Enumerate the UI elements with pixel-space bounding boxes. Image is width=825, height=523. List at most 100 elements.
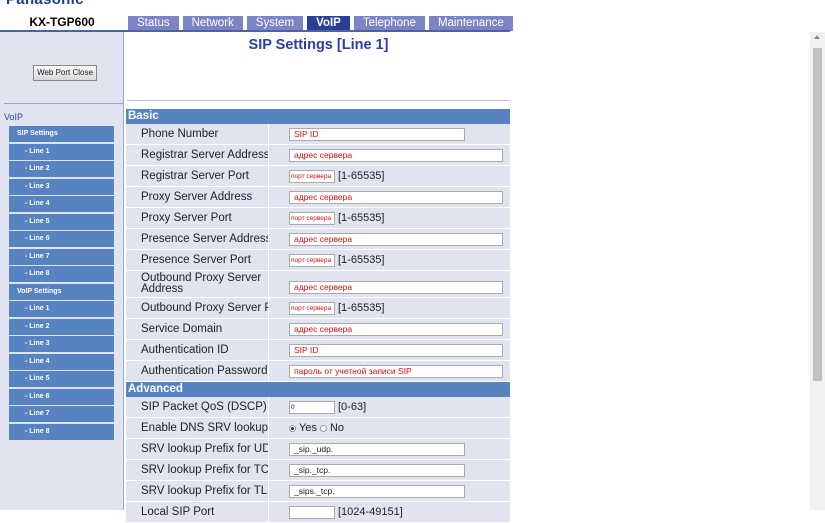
field-value: порт сервера [1-65535]	[268, 208, 510, 228]
text-input[interactable]: порт сервера	[289, 253, 335, 267]
field-label: Outbound Proxy Server Port	[126, 298, 268, 318]
sidebar-item-line[interactable]: - Line 1	[9, 143, 114, 160]
form-row: SRV lookup Prefix for UDP _sip._udp.	[126, 439, 510, 460]
text-input[interactable]: SIP ID	[289, 343, 503, 357]
tab-network[interactable]: Network	[182, 16, 243, 31]
field-label: Proxy Server Port	[126, 208, 268, 228]
field-label: Phone Number	[126, 124, 268, 144]
sidebar-item-line[interactable]: - Line 8	[9, 423, 114, 440]
field-value: SIP ID	[268, 340, 510, 360]
scroll-up-icon[interactable]	[814, 35, 820, 39]
range-hint: [1-65535]	[338, 212, 385, 224]
text-input[interactable]: адрес сервера	[289, 190, 503, 204]
form-row: Proxy Server Port порт сервера [1-65535]	[126, 208, 510, 229]
text-input[interactable]: порт сервера	[289, 301, 335, 315]
form-row: Phone Number SIP ID	[126, 124, 510, 145]
form-row: Enable DNS SRV lookup Yes No	[126, 418, 510, 439]
basic-rows: Phone Number SIP ID Registrar Server Addre…	[126, 124, 510, 382]
sidebar-item-line[interactable]: - Line 4	[9, 353, 114, 370]
field-value: _sip._udp.	[268, 439, 510, 459]
field-value: адрес сервера	[268, 145, 510, 165]
field-value: [1024-49151]	[268, 502, 510, 522]
page-title: SIP Settings [Line 1]	[248, 37, 389, 53]
field-value: адрес сервера	[268, 319, 510, 339]
text-input[interactable]: адрес сервера	[289, 232, 503, 246]
top-nav: Status Network System VoIP Telephone Maintena…	[128, 16, 513, 31]
tab-telephone[interactable]: Telephone	[353, 16, 425, 31]
field-value: 0 [0-63]	[268, 397, 510, 417]
form-row: SRV lookup Prefix for TLS _sips._tcp.	[126, 481, 510, 502]
text-input[interactable]: _sips._tcp.	[289, 484, 465, 498]
field-label: Outbound Proxy Server Address	[126, 271, 268, 297]
sidebar-item-line[interactable]: - Line 3	[9, 336, 114, 352]
form-row: Local SIP Port [1024-49151]	[126, 502, 510, 523]
advanced-rows: SIP Packet QoS (DSCP) 0 [0-63] Enable DNS S…	[126, 397, 510, 523]
field-label: Registrar Server Port	[126, 166, 268, 186]
model-name: KX-TGP600	[29, 15, 95, 29]
form-row: Registrar Server Port порт сервера [1-6553…	[126, 166, 510, 187]
text-input[interactable]: порт сервера	[289, 169, 335, 183]
sidebar-item-line[interactable]: - Line 8	[9, 266, 114, 282]
sidebar-item-line[interactable]: - Line 2	[9, 318, 114, 335]
sidebar-group-header[interactable]: VoIP Settings	[9, 283, 114, 300]
field-value: порт сервера [1-65535]	[268, 298, 510, 318]
sidebar-item-line[interactable]: - Line 1	[9, 301, 114, 317]
sidebar-item-line[interactable]: - Line 2	[9, 161, 114, 177]
sidebar-section-voip[interactable]: VoIP	[4, 112, 23, 122]
range-hint: [1-65535]	[338, 302, 385, 314]
radio-no[interactable]	[319, 424, 327, 432]
sidebar-group-header[interactable]: SIP Settings	[9, 126, 114, 142]
form-row: Proxy Server Address адрес сервера	[126, 187, 510, 208]
field-label: Authentication ID	[126, 340, 268, 360]
tab-system[interactable]: System	[246, 16, 304, 31]
text-input[interactable]: адрес сервера	[289, 148, 503, 162]
sidebar-divider	[4, 103, 123, 104]
settings-form: Basic Phone Number SIP ID Registrar Server…	[126, 109, 510, 523]
section-basic: Basic	[126, 109, 510, 124]
web-port-close-button[interactable]: Web Port Close	[33, 65, 97, 81]
sidebar-item-line[interactable]: - Line 3	[9, 178, 114, 195]
text-input[interactable]: пароль от учетной записи SIP	[289, 364, 503, 378]
text-input[interactable]: порт сервера	[289, 211, 335, 225]
sidebar-menu: SIP Settings - Line 1- Line 2- Line 3- Li…	[9, 126, 114, 441]
range-hint: [1-65535]	[338, 170, 385, 182]
scrollbar-thumb[interactable]	[813, 48, 822, 381]
text-input[interactable]: _sip._udp.	[289, 442, 465, 456]
field-label: Service Domain	[126, 319, 268, 339]
sidebar-item-line[interactable]: - Line 4	[9, 196, 114, 212]
field-label: SRV lookup Prefix for TCP	[126, 460, 268, 480]
sidebar-item-line[interactable]: - Line 5	[9, 371, 114, 387]
section-advanced: Advanced	[126, 382, 510, 397]
page-scrollbar[interactable]	[810, 32, 825, 510]
field-label: Proxy Server Address	[126, 187, 268, 207]
field-label: Enable DNS SRV lookup	[126, 418, 268, 438]
sidebar-item-line[interactable]: - Line 6	[9, 388, 114, 405]
text-input[interactable]: _sip._tcp.	[289, 463, 465, 477]
text-input[interactable]: 0	[289, 400, 335, 414]
field-label: Local SIP Port	[126, 502, 268, 522]
radio-yes[interactable]	[289, 424, 296, 432]
text-input[interactable]: SIP ID	[289, 127, 465, 141]
tab-status[interactable]: Status	[128, 16, 179, 31]
field-label: Registrar Server Address	[126, 145, 268, 165]
tab-voip[interactable]: VoIP	[307, 16, 350, 31]
sidebar-item-line[interactable]: - Line 7	[9, 248, 114, 265]
range-hint: [1-65535]	[338, 254, 385, 266]
text-input[interactable]: адрес сервера	[289, 281, 503, 294]
field-value: адрес сервера	[268, 229, 510, 249]
field-label: SRV lookup Prefix for TLS	[126, 481, 268, 501]
form-row: Outbound Proxy Server Address адрес серве…	[126, 271, 510, 298]
form-row: Authentication Password пароль от учетной…	[126, 361, 510, 382]
radio-label: Yes	[299, 422, 317, 434]
text-input[interactable]: адрес сервера	[289, 322, 503, 336]
field-label: Authentication Password	[126, 361, 268, 381]
field-label: Presence Server Port	[126, 250, 268, 270]
field-value: Yes No	[268, 418, 510, 438]
sidebar-item-line[interactable]: - Line 5	[9, 213, 114, 230]
form-row: SIP Packet QoS (DSCP) 0 [0-63]	[126, 397, 510, 418]
sidebar-item-line[interactable]: - Line 6	[9, 231, 114, 247]
sidebar-border	[123, 32, 124, 510]
tab-maintenance[interactable]: Maintenance	[428, 16, 513, 31]
text-input[interactable]	[289, 505, 335, 519]
sidebar-item-line[interactable]: - Line 7	[9, 406, 114, 422]
